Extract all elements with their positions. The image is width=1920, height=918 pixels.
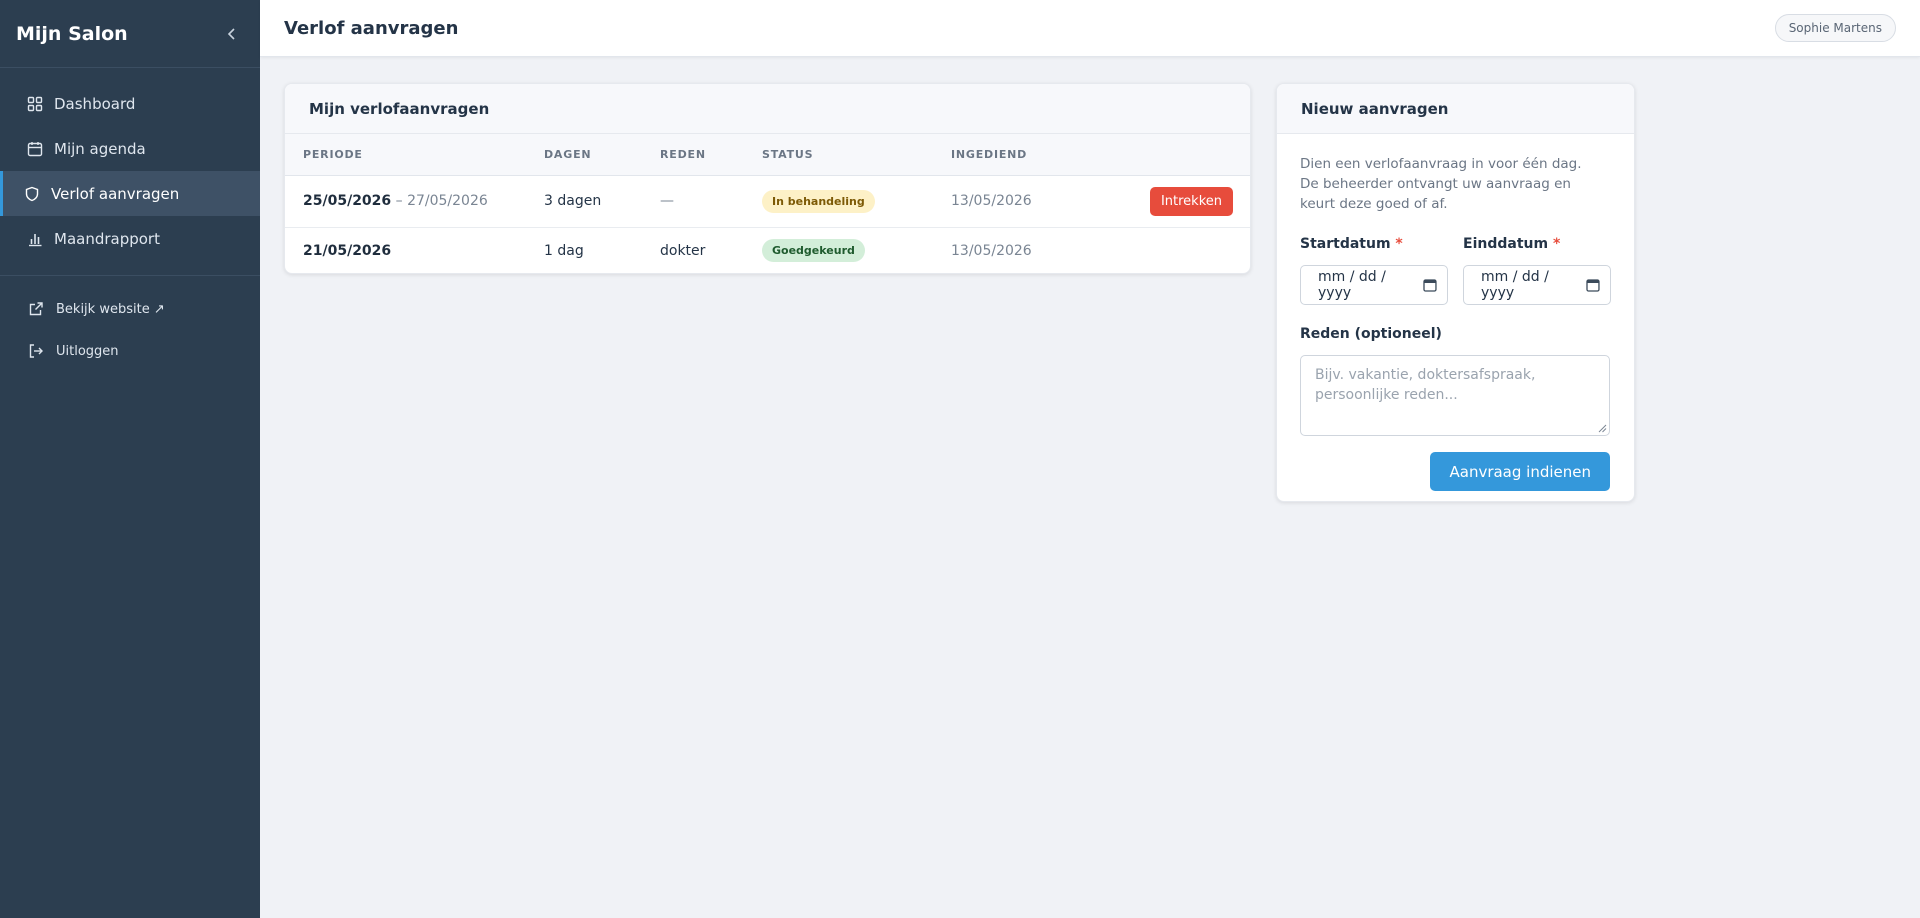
grid-icon: [26, 95, 44, 113]
table-row: 21/05/2026 1 dag dokter Goedgekeurd 13/0…: [285, 227, 1250, 273]
view-website-label: Bekijk website ↗: [56, 301, 165, 317]
column-header-actions: [1091, 134, 1250, 176]
reason-textarea[interactable]: Bijv. vakantie, doktersafspraak, persoon…: [1300, 355, 1610, 436]
main-nav: Dashboard Mijn agenda Verlof aanvragen M…: [0, 68, 260, 276]
column-header-reden: REDEN: [660, 134, 762, 176]
end-date-label: Einddatum *: [1463, 236, 1611, 256]
form-intro: Dien een verlofaanvraag in voor één dag.…: [1300, 156, 1582, 212]
start-date-label-text: Startdatum: [1300, 236, 1391, 252]
sidebar-item-label: Verlof aanvragen: [51, 184, 180, 203]
page-title: Verlof aanvragen: [284, 17, 459, 39]
days-cell: 1 dag: [544, 242, 584, 259]
end-date-placeholder: mm / dd / yyyy: [1481, 269, 1549, 301]
period-cell: 25/05/2026 – 27/05/2026: [285, 175, 544, 228]
form-actions: Aanvraag indienen: [1300, 452, 1610, 491]
brand-title: Mijn Salon: [16, 22, 128, 45]
top-header: Verlof aanvragen Sophie Martens: [260, 0, 1920, 57]
new-request-card-title: Nieuw aanvragen: [1277, 84, 1634, 134]
shield-icon: [23, 185, 41, 203]
secondary-nav: Bekijk website ↗ Uitloggen: [0, 276, 260, 372]
sidebar-item-label: Mijn agenda: [54, 139, 146, 158]
requests-card-title: Mijn verlofaanvragen: [285, 84, 1250, 134]
actions-cell: Intrekken: [1091, 175, 1250, 228]
withdraw-button[interactable]: Intrekken: [1149, 186, 1233, 216]
calendar-icon: [26, 140, 44, 158]
end-date-label-text: Einddatum: [1463, 236, 1549, 252]
requests-table: PERIODE DAGEN REDEN STATUS INGEDIEND 25/…: [285, 134, 1250, 273]
table-row: 25/05/2026 – 27/05/2026 3 dagen — In beh…: [285, 175, 1250, 228]
start-date-placeholder: mm / dd / yyyy: [1318, 269, 1386, 301]
period-cell: 21/05/2026: [285, 227, 544, 273]
days-cell: 3 dagen: [544, 175, 660, 228]
requests-card: Mijn verlofaanvragen PERIODE DAGEN REDEN…: [284, 83, 1251, 274]
view-website-link[interactable]: Bekijk website ↗: [0, 288, 260, 330]
brand-row: Mijn Salon: [0, 0, 260, 68]
end-date-input[interactable]: mm / dd / yyyy: [1463, 265, 1611, 305]
column-header-ingediend: INGEDIEND: [951, 134, 1091, 176]
submitted-cell: 13/05/2026: [951, 175, 1091, 228]
start-date-field: Startdatum * mm / dd / yyyy: [1300, 236, 1448, 305]
reason-placeholder: Bijv. vakantie, doktersafspraak, persoon…: [1315, 367, 1536, 403]
sidebar-item-maandrapport[interactable]: Maandrapport: [0, 216, 260, 261]
user-menu[interactable]: Sophie Martens: [1774, 14, 1896, 42]
calendar-icon[interactable]: [1423, 278, 1437, 292]
new-request-card: Nieuw aanvragen Dien een verlofaanvraag …: [1276, 83, 1635, 502]
reason-cell: —: [660, 175, 762, 228]
sidebar-item-label: Dashboard: [54, 94, 136, 113]
calendar-icon[interactable]: [1586, 278, 1600, 292]
status-cell: Goedgekeurd: [762, 227, 951, 273]
start-date: 25/05/2026: [303, 193, 392, 209]
external-link-icon: [28, 301, 44, 317]
logout-label: Uitloggen: [56, 343, 119, 359]
status-cell: In behandeling: [762, 175, 951, 228]
submit-request-button[interactable]: Aanvraag indienen: [1430, 452, 1610, 491]
required-mark: *: [1552, 236, 1561, 252]
start-date-label: Startdatum *: [1300, 236, 1448, 256]
logout-icon: [28, 343, 44, 359]
column-header-dagen: DAGEN: [544, 134, 660, 176]
sidebar-item-dashboard[interactable]: Dashboard: [0, 81, 260, 126]
date-separator: –: [391, 193, 408, 209]
column-header-status: STATUS: [762, 134, 951, 176]
date-fields-row: Startdatum * mm / dd / yyyy Einddatum * …: [1300, 236, 1611, 305]
status-badge: In behandeling: [762, 189, 875, 213]
sidebar-item-label: Maandrapport: [54, 229, 160, 248]
bar-chart-icon: [26, 230, 44, 248]
start-date-input[interactable]: mm / dd / yyyy: [1300, 265, 1448, 305]
end-date: 27/05/2026: [407, 193, 488, 209]
reason-label: Reden (optioneel): [1300, 326, 1442, 342]
sidebar-item-verlof[interactable]: Verlof aanvragen: [0, 171, 260, 216]
logout-link[interactable]: Uitloggen: [0, 330, 260, 372]
collapse-sidebar-button[interactable]: [220, 22, 244, 46]
sidebar-item-agenda[interactable]: Mijn agenda: [0, 126, 260, 171]
column-header-periode: PERIODE: [285, 134, 544, 176]
actions-cell: [1091, 227, 1250, 273]
start-date: 21/05/2026: [303, 242, 392, 259]
chevron-left-icon: [227, 27, 235, 40]
reason-field: Reden (optioneel) Bijv. vakantie, dokter…: [1300, 326, 1611, 436]
submitted-cell: 13/05/2026: [951, 242, 1032, 259]
required-mark: *: [1395, 236, 1403, 252]
end-date-field: Einddatum * mm / dd / yyyy: [1463, 236, 1611, 305]
reason-cell: dokter: [660, 242, 706, 259]
new-request-form: Dien een verlofaanvraag in voor één dag.…: [1277, 134, 1634, 491]
status-badge: Goedgekeurd: [762, 239, 865, 263]
sidebar: Mijn Salon Dashboard Mijn agenda Verlof …: [0, 0, 260, 918]
resize-handle-icon[interactable]: [1597, 423, 1607, 433]
